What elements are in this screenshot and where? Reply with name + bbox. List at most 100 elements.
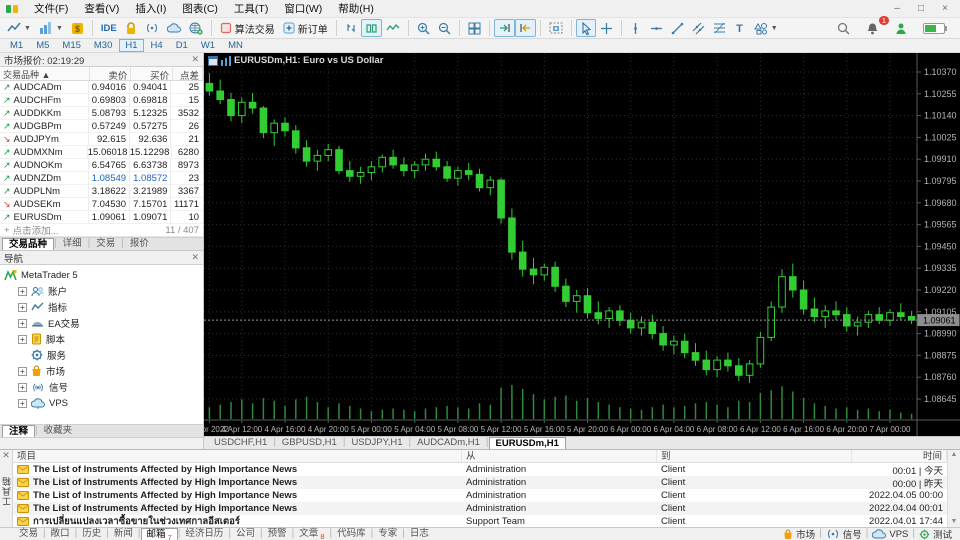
restore-button[interactable]: □ <box>910 2 932 16</box>
tree-item[interactable]: + EA交易 <box>4 315 203 331</box>
tree-item[interactable]: + 指标 <box>4 299 203 315</box>
column-header[interactable]: 卖价 <box>90 67 132 82</box>
menu-item[interactable]: 插入(I) <box>127 1 174 17</box>
search-icon[interactable] <box>833 19 854 37</box>
status-3[interactable]: VPS <box>872 529 908 540</box>
mail-row[interactable]: The List of Instruments Affected by High… <box>13 463 947 477</box>
chart-tab[interactable]: USDJPY,H1 <box>345 437 408 449</box>
scroll-down-icon[interactable]: ▼ <box>951 517 958 527</box>
vline-icon[interactable] <box>626 19 646 37</box>
bell-icon[interactable]: 1 <box>862 16 889 37</box>
navigator-tab[interactable]: 注释 <box>2 425 36 437</box>
timeframe-m30[interactable]: M30 <box>88 39 118 52</box>
table-row[interactable]: ↗ AUDMXNm 15.06018 15.12298 6280 <box>0 146 203 159</box>
mail-row[interactable]: The List of Instruments Affected by High… <box>13 489 947 502</box>
profiles-icon[interactable]: ▼ <box>35 19 67 37</box>
close-icon[interactable]: ✕ <box>191 252 199 263</box>
mailbox-scrollbar[interactable]: ▲ ▼ <box>947 450 960 527</box>
close-icon[interactable]: ✕ <box>191 54 199 65</box>
tick-chart-icon[interactable] <box>341 19 361 37</box>
timeframe-m5[interactable]: M5 <box>30 39 55 52</box>
signal-icon[interactable] <box>141 19 163 37</box>
cursor-icon[interactable] <box>575 19 596 37</box>
zoom-out-icon[interactable] <box>434 19 455 37</box>
menu-item[interactable]: 帮助(H) <box>330 1 382 17</box>
column-header[interactable]: 到 <box>657 450 852 462</box>
person-icon[interactable] <box>891 19 911 37</box>
expand-icon[interactable]: + <box>18 286 27 296</box>
column-header[interactable]: 点差 <box>173 67 203 82</box>
chart-tab[interactable]: AUDCADm,H1 <box>411 437 486 449</box>
timeframe-h4[interactable]: H4 <box>145 39 169 52</box>
chart-canvas[interactable]: 1.10370 1.10255 1.10140 1.10025 1.09910 1.097… <box>204 53 960 436</box>
status-4[interactable]: 测试 <box>919 527 952 540</box>
table-row[interactable]: ↗ AUDDKKm 5.08793 5.12325 3532 <box>0 107 203 120</box>
table-row[interactable]: ↗ AUDNOKm 6.54765 6.63738 8973 <box>0 159 203 172</box>
tree-item[interactable]: + 账户 <box>4 283 203 299</box>
toolbox-tab-8[interactable]: 预警 <box>263 528 292 540</box>
market-watch-add-row[interactable]: + 点击添加... 11 / 407 <box>0 224 203 237</box>
tree-root-metatrader5[interactable]: MetaTrader 5 <box>4 267 203 283</box>
table-row[interactable]: ↗ AUDNZDm 1.08549 1.08572 23 <box>0 172 203 185</box>
toolbox-tab-3[interactable]: 历史 <box>77 528 106 540</box>
status-2[interactable]: 信号 <box>826 527 862 540</box>
table-row[interactable]: ↘ AUDJPYm 92.615 92.636 21 <box>0 133 203 146</box>
fibo-icon[interactable] <box>709 19 730 37</box>
battery-icon[interactable] <box>919 19 951 37</box>
timeframe-m15[interactable]: M15 <box>56 39 86 52</box>
expand-icon[interactable]: + <box>18 366 27 376</box>
tree-item[interactable]: + 脚本 <box>4 331 203 347</box>
new-order-button[interactable]: 新订单 <box>279 19 332 37</box>
tree-item[interactable]: + 服务 <box>4 347 203 363</box>
timeframe-m1[interactable]: M1 <box>4 39 29 52</box>
column-header[interactable]: 项目 <box>13 450 462 462</box>
chart-type-icon[interactable]: ▼ <box>3 19 35 37</box>
navigator-tab[interactable]: 收藏夹 <box>38 425 79 437</box>
cloud-icon[interactable] <box>163 19 185 37</box>
tree-item[interactable]: + VPS <box>4 395 203 411</box>
zoom-in-icon[interactable] <box>413 19 434 37</box>
community-icon[interactable] <box>185 19 207 37</box>
expand-icon[interactable]: + <box>18 398 27 408</box>
menu-item[interactable]: 查看(V) <box>76 1 127 17</box>
tree-item[interactable]: + 市场 <box>4 363 203 379</box>
mail-row[interactable]: The List of Instruments Affected by High… <box>13 476 947 490</box>
trendline-icon[interactable] <box>667 19 688 37</box>
crosshair-icon[interactable] <box>596 19 617 37</box>
timeframe-w1[interactable]: W1 <box>195 39 221 52</box>
toolbox-tab-4[interactable]: 新闻 <box>109 528 138 540</box>
toolbox-tab-2[interactable]: 敞口 <box>46 528 75 540</box>
column-header[interactable]: 从 <box>462 450 657 462</box>
timeframe-h1[interactable]: H1 <box>119 39 144 52</box>
toolbox-tab-11[interactable]: 专家 <box>373 528 402 540</box>
shapes-icon[interactable]: ▼ <box>750 19 782 37</box>
scroll-up-icon[interactable]: ▲ <box>951 450 958 460</box>
timeframe-d1[interactable]: D1 <box>170 39 194 52</box>
chart-tab[interactable]: EURUSDm,H1 <box>488 437 566 449</box>
column-header[interactable]: 买价 <box>131 67 174 82</box>
expand-icon[interactable]: + <box>18 318 27 328</box>
channel-icon[interactable] <box>688 19 709 37</box>
dock-left-icon[interactable] <box>493 19 515 37</box>
expand-icon[interactable]: + <box>18 334 27 344</box>
table-row[interactable]: ↗ AUDCADm 0.94016 0.94041 25 <box>0 81 203 94</box>
market-watch-tab[interactable]: 报价 <box>124 238 155 250</box>
dock-right-icon[interactable] <box>514 19 536 37</box>
menu-item[interactable]: 工具(T) <box>226 1 276 17</box>
minimize-button[interactable]: – <box>886 2 908 16</box>
toolbox-tab-5[interactable]: 邮箱 7 <box>140 528 178 540</box>
market-watch-tab[interactable]: 详细 <box>57 238 88 250</box>
screenshot-icon[interactable] <box>545 19 567 37</box>
line-mode-icon[interactable] <box>382 19 404 37</box>
table-row[interactable]: ↘ AUDSEKm 7.04530 7.15701 11171 <box>0 198 203 211</box>
toolbox-tab-12[interactable]: 日志 <box>405 528 434 540</box>
lock-icon[interactable] <box>121 19 141 37</box>
close-icon[interactable]: ✕ <box>2 450 10 462</box>
toolbox-tab-7[interactable]: 公司 <box>231 528 260 540</box>
menu-item[interactable]: 图表(C) <box>174 1 226 17</box>
expand-icon[interactable]: + <box>18 302 27 312</box>
expand-icon[interactable]: + <box>18 382 27 392</box>
price-chart[interactable]: EURUSDm,H1: Euro vs US Dollar 1.10370 1.1… <box>204 53 960 436</box>
candles-mode-icon[interactable] <box>360 19 382 37</box>
status-1[interactable]: 市场 <box>783 527 815 540</box>
